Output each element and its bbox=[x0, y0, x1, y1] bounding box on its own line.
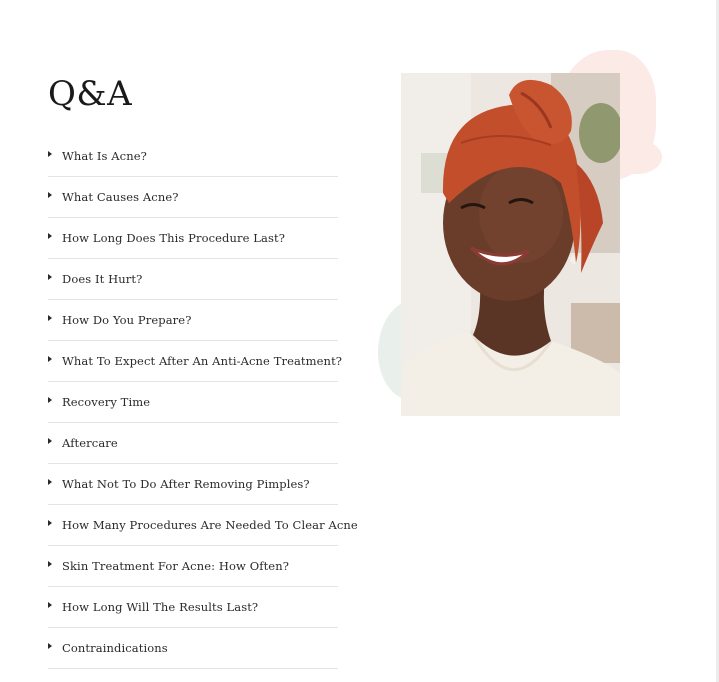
caret-right-icon bbox=[48, 520, 52, 526]
qa-item-how-often[interactable]: Skin Treatment For Acne: How Often? bbox=[48, 546, 338, 587]
qa-accordion: What Is Acne? What Causes Acne? How Long… bbox=[48, 136, 358, 669]
caret-right-icon bbox=[48, 602, 52, 608]
qa-item-what-is-acne[interactable]: What Is Acne? bbox=[48, 136, 338, 177]
qa-item-label: What Causes Acne? bbox=[62, 190, 179, 204]
qa-item-label: How Do You Prepare? bbox=[62, 313, 192, 327]
qa-item-label: Contraindications bbox=[62, 641, 168, 655]
qa-item-what-to-expect[interactable]: What To Expect After An Anti-Acne Treatm… bbox=[48, 341, 342, 382]
qa-item-results-duration[interactable]: How Long Will The Results Last? bbox=[48, 587, 338, 628]
caret-right-icon bbox=[48, 151, 52, 157]
portrait-illustration bbox=[401, 73, 620, 416]
qa-item-label: What Is Acne? bbox=[62, 149, 147, 163]
caret-right-icon bbox=[48, 561, 52, 567]
qa-item-label: Aftercare bbox=[62, 436, 118, 450]
caret-right-icon bbox=[48, 315, 52, 321]
qa-item-aftercare[interactable]: Aftercare bbox=[48, 423, 338, 464]
caret-right-icon bbox=[48, 397, 52, 403]
qa-item-procedure-duration[interactable]: How Long Does This Procedure Last? bbox=[48, 218, 338, 259]
qa-item-label: Skin Treatment For Acne: How Often? bbox=[62, 559, 289, 573]
caret-right-icon bbox=[48, 192, 52, 198]
qa-item-label: Recovery Time bbox=[62, 395, 151, 409]
qa-item-what-causes-acne[interactable]: What Causes Acne? bbox=[48, 177, 338, 218]
smiling-woman-photo bbox=[401, 73, 620, 416]
caret-right-icon bbox=[48, 643, 52, 649]
qa-item-does-it-hurt[interactable]: Does It Hurt? bbox=[48, 259, 338, 300]
qa-title: Q&A bbox=[48, 74, 133, 114]
qa-item-how-to-prepare[interactable]: How Do You Prepare? bbox=[48, 300, 338, 341]
qa-item-what-not-to-do[interactable]: What Not To Do After Removing Pimples? bbox=[48, 464, 338, 505]
caret-right-icon bbox=[48, 479, 52, 485]
caret-right-icon bbox=[48, 356, 52, 362]
qa-item-label: How Long Will The Results Last? bbox=[62, 600, 259, 614]
qa-item-label: Does It Hurt? bbox=[62, 272, 143, 286]
caret-right-icon bbox=[48, 233, 52, 239]
caret-right-icon bbox=[48, 438, 52, 444]
qa-item-label: How Many Procedures Are Needed To Clear … bbox=[62, 518, 358, 532]
qa-item-label: What To Expect After An Anti-Acne Treatm… bbox=[62, 354, 343, 368]
qa-item-label: How Long Does This Procedure Last? bbox=[62, 231, 285, 245]
qa-item-contraindications[interactable]: Contraindications bbox=[48, 628, 338, 669]
caret-right-icon bbox=[48, 274, 52, 280]
qa-item-procedures-needed[interactable]: How Many Procedures Are Needed To Clear … bbox=[48, 505, 358, 546]
qa-section: Q&A What Is Acne? What Causes Acne? How … bbox=[48, 74, 358, 669]
qa-item-recovery-time[interactable]: Recovery Time bbox=[48, 382, 338, 423]
qa-item-label: What Not To Do After Removing Pimples? bbox=[62, 477, 310, 491]
